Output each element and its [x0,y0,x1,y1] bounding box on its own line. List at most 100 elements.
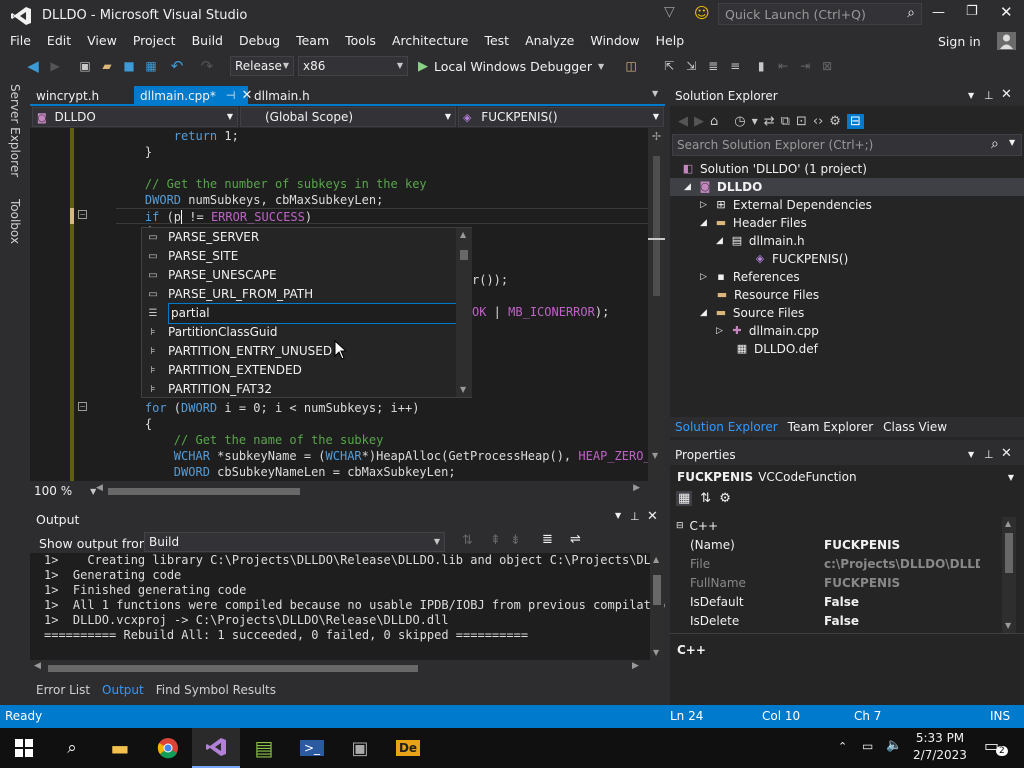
account-avatar-icon[interactable] [997,32,1016,50]
bookmark-icon[interactable]: ▮ [752,57,770,75]
expanded-icon[interactable]: ◢ [700,214,707,232]
completion-item[interactable]: ⊧ PARTITION_ENTRY_UNUSED [142,342,471,361]
property-category[interactable]: ⊟ C++ [670,517,718,536]
categorized-icon[interactable]: ▦ [676,491,693,506]
prev-bookmark-icon[interactable]: ⇤ [774,57,792,75]
panel-dropdown-icon[interactable]: ▼ [968,445,974,465]
comment-icon[interactable]: ≣ [704,57,722,75]
tree-item-function[interactable]: ◈ FUCKPENIS() [670,250,1024,268]
collapse-category-icon[interactable]: ⊟ [670,517,684,536]
filter-icon[interactable]: ▽ [664,4,675,20]
next-bookmark-icon[interactable]: ⇥ [796,57,814,75]
debugger-dropdown-icon[interactable]: ▼ [598,62,604,71]
back-icon[interactable]: ◀ [678,114,688,129]
completion-item[interactable]: ⊧ PartitionClassGuid [142,323,471,342]
menu-analyze[interactable]: Analyze [517,30,582,52]
zoom-level[interactable]: 100 % [34,484,72,498]
collapse-icon[interactable]: − [78,210,87,219]
new-project-icon[interactable]: ▣ [76,57,94,75]
network-icon[interactable]: ▭ [862,739,873,753]
start-debugger-button[interactable]: Local Windows Debugger [434,59,592,74]
tab-team-explorer[interactable]: Team Explorer [783,420,879,434]
platform-select[interactable]: x86 ▼ [298,56,408,76]
output-dropdown-icon[interactable]: ▼ [615,511,621,520]
file-explorer-taskbar-icon[interactable]: ▬ [96,728,144,768]
output-horizontal-scrollbar[interactable]: ◀ ▶ [30,660,650,676]
tree-item-dlldo-def[interactable]: ▦ DLLDO.def [670,340,1024,358]
clear-bookmarks-icon[interactable]: ⊠ [818,57,836,75]
feedback-smiley-icon[interactable]: ☺ [694,4,710,22]
editor-vertical-scrollbar[interactable]: ✢ ▼ [648,128,665,481]
tab-class-view[interactable]: Class View [878,420,952,434]
menu-debug[interactable]: Debug [231,30,288,52]
start-button[interactable] [0,728,48,768]
history-dropdown-icon[interactable]: ▼ [752,117,758,126]
panel-close-icon[interactable]: ✕ [1001,85,1012,105]
solution-config-select[interactable]: Release ▼ [230,56,294,76]
member-select[interactable]: ◈ FUCKPENIS() ▼ [458,107,664,127]
solution-search-box[interactable]: Search Solution Explorer (Ctrl+;) ⌕ ▼ [672,134,1022,156]
server-explorer-tab[interactable]: Server Explorer [8,80,22,181]
tray-overflow-icon[interactable]: ⌃ [838,740,847,753]
editor-horizontal-scrollbar[interactable]: ◀ ▶ [96,483,640,497]
property-pages-icon[interactable]: ⚙ [719,491,731,506]
menu-project[interactable]: Project [125,30,184,52]
output-vertical-scrollbar[interactable]: ▲ ▼ [650,553,664,660]
menu-help[interactable]: Help [648,30,693,52]
restore-button[interactable]: ❐ [966,4,978,19]
find-message-icon[interactable]: ⇅ [462,533,473,548]
menu-file[interactable]: File [2,30,39,52]
collapsed-icon[interactable]: ▷ [716,322,723,340]
properties-icon[interactable]: ⚙ [829,114,841,129]
tab-overflow-icon[interactable]: ▼ [652,89,658,98]
completion-item[interactable]: ▭ PARSE_SERVER [142,228,471,247]
navigate-forward-icon[interactable]: ▶ [46,57,64,75]
collapsed-icon[interactable]: ▷ [700,196,707,214]
tree-item-header-files[interactable]: ◢ ▬ Header Files [670,214,1024,232]
uncomment-icon[interactable]: ≡ [726,57,744,75]
tab-dllmain-h[interactable]: dllmain.h [248,86,328,106]
tree-item-solution[interactable]: ◧ Solution 'DLLDO' (1 project) [670,160,1024,178]
show-all-files-icon[interactable]: ⊡ [796,114,807,129]
menu-tools[interactable]: Tools [337,30,384,52]
quick-launch-box[interactable]: Quick Launch (Ctrl+Q) ⌕ [718,3,922,25]
redo-icon[interactable]: ↷ [198,57,216,75]
minimize-button[interactable]: — [932,5,945,20]
completion-item[interactable]: ⊧ PARTITION_FAT32 [142,380,471,399]
toolbox-tab[interactable]: Toolbox [8,195,22,248]
home-icon[interactable]: ⌂ [710,114,718,129]
notepad-taskbar-icon[interactable]: ▤ [240,728,288,768]
tree-item-resource-files[interactable]: ▬ Resource Files [670,286,1024,304]
search-options-icon[interactable]: ▼ [1009,138,1015,147]
prev-message-icon[interactable]: ⇞ [490,533,501,548]
tree-item-dllmain-h[interactable]: ◢ ▤ dllmain.h [670,232,1024,250]
output-source-select[interactable]: Build ▼ [144,532,445,552]
menu-architecture[interactable]: Architecture [384,30,477,52]
save-all-icon[interactable]: ▦ [142,57,160,75]
tree-item-external-deps[interactable]: ▷ ⊞ External Dependencies [670,196,1024,214]
preview-selected-icon[interactable]: ⊟ [846,113,864,129]
step-icon[interactable]: ⇲ [682,57,700,75]
completion-item-selected[interactable]: ☰ partial [142,303,471,324]
tree-item-dllmain-cpp[interactable]: ▷ ✚ dllmain.cpp [670,322,1024,340]
panel-pin-icon[interactable]: ⊥ [984,445,994,465]
solution-search-input[interactable]: Search Solution Explorer (Ctrl+;) [677,138,873,152]
output-close-icon[interactable]: ✕ [647,509,658,524]
completion-item[interactable]: ▭ PARSE_URL_FROM_PATH [142,285,471,304]
output-text[interactable]: 1> Creating library C:\Projects\DLLDO\Re… [30,553,665,660]
panel-dropdown-icon[interactable]: ▼ [968,86,974,106]
output-pin-icon[interactable]: ⊥ [630,510,640,523]
menu-test[interactable]: Test [476,30,517,52]
history-icon[interactable]: ◷ [734,114,745,129]
completion-scrollbar[interactable]: ▲ ▼ [456,228,472,397]
tab-output[interactable]: Output [96,679,150,701]
property-row[interactable]: IsDelete False [670,612,1000,631]
project-scope-select[interactable]: ◙ DLLDO ▼ [32,107,238,127]
tab-wincrypt-h[interactable]: wincrypt.h [30,86,134,106]
panel-close-icon[interactable]: ✕ [1001,444,1012,464]
menu-view[interactable]: View [79,30,125,52]
tree-item-project[interactable]: ◢ ◙ DLLDO [670,178,1024,196]
next-message-icon[interactable]: ⇟ [510,533,521,548]
clock-time[interactable]: 5:33 PM [912,731,968,745]
menu-build[interactable]: Build [184,30,231,52]
